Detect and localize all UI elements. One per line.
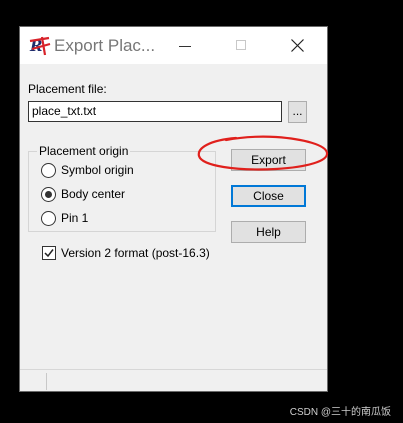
minimize-icon[interactable]: [163, 27, 208, 64]
placement-file-input[interactable]: place_txt.txt: [28, 101, 282, 122]
radio-label: Pin 1: [61, 211, 89, 225]
watermark-text: CSDN @三十的南瓜饭: [289, 407, 391, 418]
radio-selected-dot: [45, 191, 52, 198]
radio-label: Symbol origin: [61, 163, 134, 177]
app-logo-icon: R: [28, 35, 52, 57]
help-button[interactable]: Help: [231, 221, 306, 243]
checkmark-icon: [44, 249, 54, 258]
export-placement-dialog: R Export Plac... Placement file: place_t…: [19, 26, 328, 392]
window-title: Export Plac...: [54, 36, 156, 55]
radio-button[interactable]: [41, 211, 56, 226]
browse-button[interactable]: ...: [288, 101, 307, 123]
placement-file-label: Placement file:: [28, 82, 107, 96]
version-2-format-label: Version 2 format (post-16.3): [61, 246, 210, 260]
status-divider: [46, 373, 47, 390]
close-icon[interactable]: [275, 27, 320, 64]
maximize-icon[interactable]: [219, 27, 264, 64]
radio-button[interactable]: [41, 187, 56, 202]
placement-origin-title: Placement origin: [37, 144, 131, 158]
red-circle-annotation: [197, 135, 329, 171]
close-button[interactable]: Close: [231, 185, 306, 207]
title-bar: R Export Plac...: [20, 27, 327, 64]
placement-origin-group: Placement origin Symbol origin Body cent…: [28, 144, 216, 232]
status-bar: [20, 369, 327, 392]
version-2-format-checkbox[interactable]: [42, 246, 56, 260]
radio-button[interactable]: [41, 163, 56, 178]
radio-label: Body center: [61, 187, 126, 201]
